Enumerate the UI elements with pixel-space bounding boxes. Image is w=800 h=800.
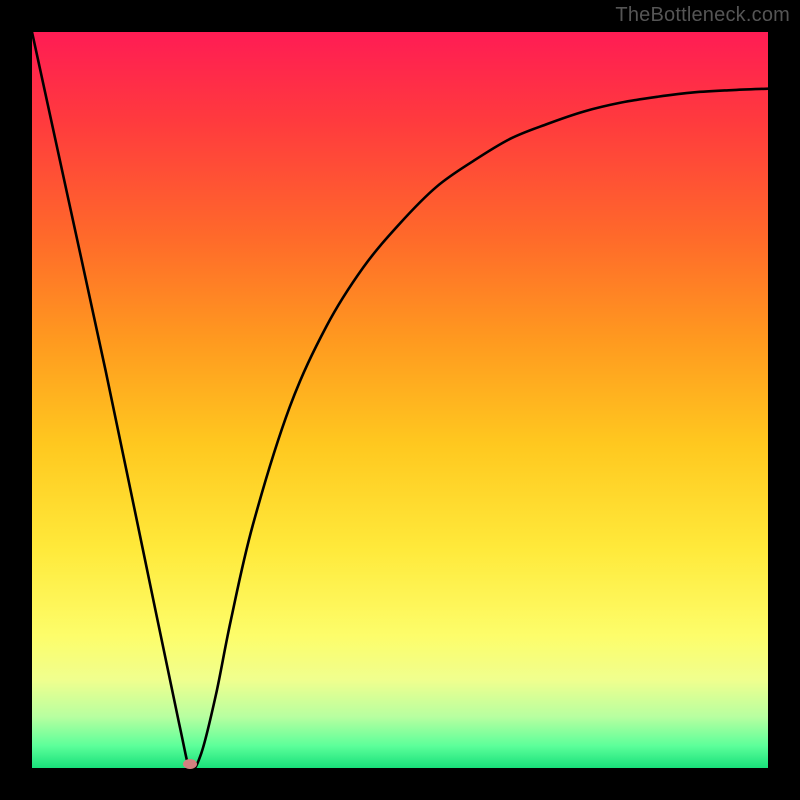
curve-svg	[32, 32, 768, 768]
chart-frame: TheBottleneck.com	[0, 0, 800, 800]
curve-path	[32, 32, 768, 770]
watermark-label: TheBottleneck.com	[615, 4, 790, 27]
bottleneck-marker	[183, 759, 197, 769]
plot-area	[32, 32, 768, 768]
